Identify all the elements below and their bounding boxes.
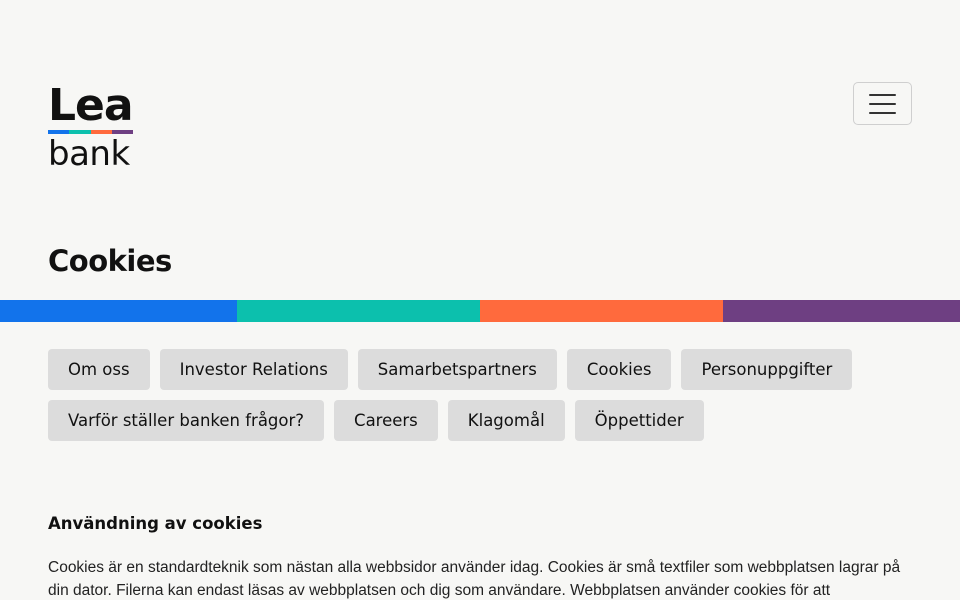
- tag-personuppgifter[interactable]: Personuppgifter: [681, 349, 853, 390]
- tag-investor-relations[interactable]: Investor Relations: [159, 349, 348, 390]
- lea-bank-logo[interactable]: Lea bank: [48, 84, 134, 172]
- hamburger-menu-icon: [869, 93, 896, 96]
- color-bar-teal: [237, 300, 480, 322]
- tag-klagomal[interactable]: Klagomål: [447, 400, 565, 441]
- page-title: Cookies: [48, 244, 172, 278]
- tag-oppettider[interactable]: Öppettider: [574, 400, 704, 441]
- tag-careers[interactable]: Careers: [334, 400, 438, 441]
- color-bar: [0, 300, 960, 322]
- color-bar-orange: [480, 300, 723, 322]
- subnav-tags: Om oss Investor Relations Samarbetspartn…: [48, 349, 918, 441]
- tag-om-oss[interactable]: Om oss: [48, 349, 150, 390]
- tag-samarbetspartners[interactable]: Samarbetspartners: [357, 349, 557, 390]
- logo-text-bank: bank: [48, 134, 130, 174]
- color-bar-purple: [723, 300, 960, 322]
- logo-text-lea: Lea: [48, 80, 134, 131]
- tag-cookies[interactable]: Cookies: [566, 349, 672, 390]
- hamburger-menu-icon-line: [869, 102, 896, 105]
- tag-varfor-staller-banken-fragor[interactable]: Varför ställer banken frågor?: [48, 400, 325, 441]
- hamburger-menu-icon-line: [869, 111, 896, 114]
- section-heading: Användning av cookies: [48, 514, 263, 533]
- body-paragraph: Cookies är en standardteknik som nästan …: [48, 559, 901, 599]
- color-bar-blue: [0, 300, 237, 322]
- hamburger-menu-button[interactable]: [853, 82, 912, 125]
